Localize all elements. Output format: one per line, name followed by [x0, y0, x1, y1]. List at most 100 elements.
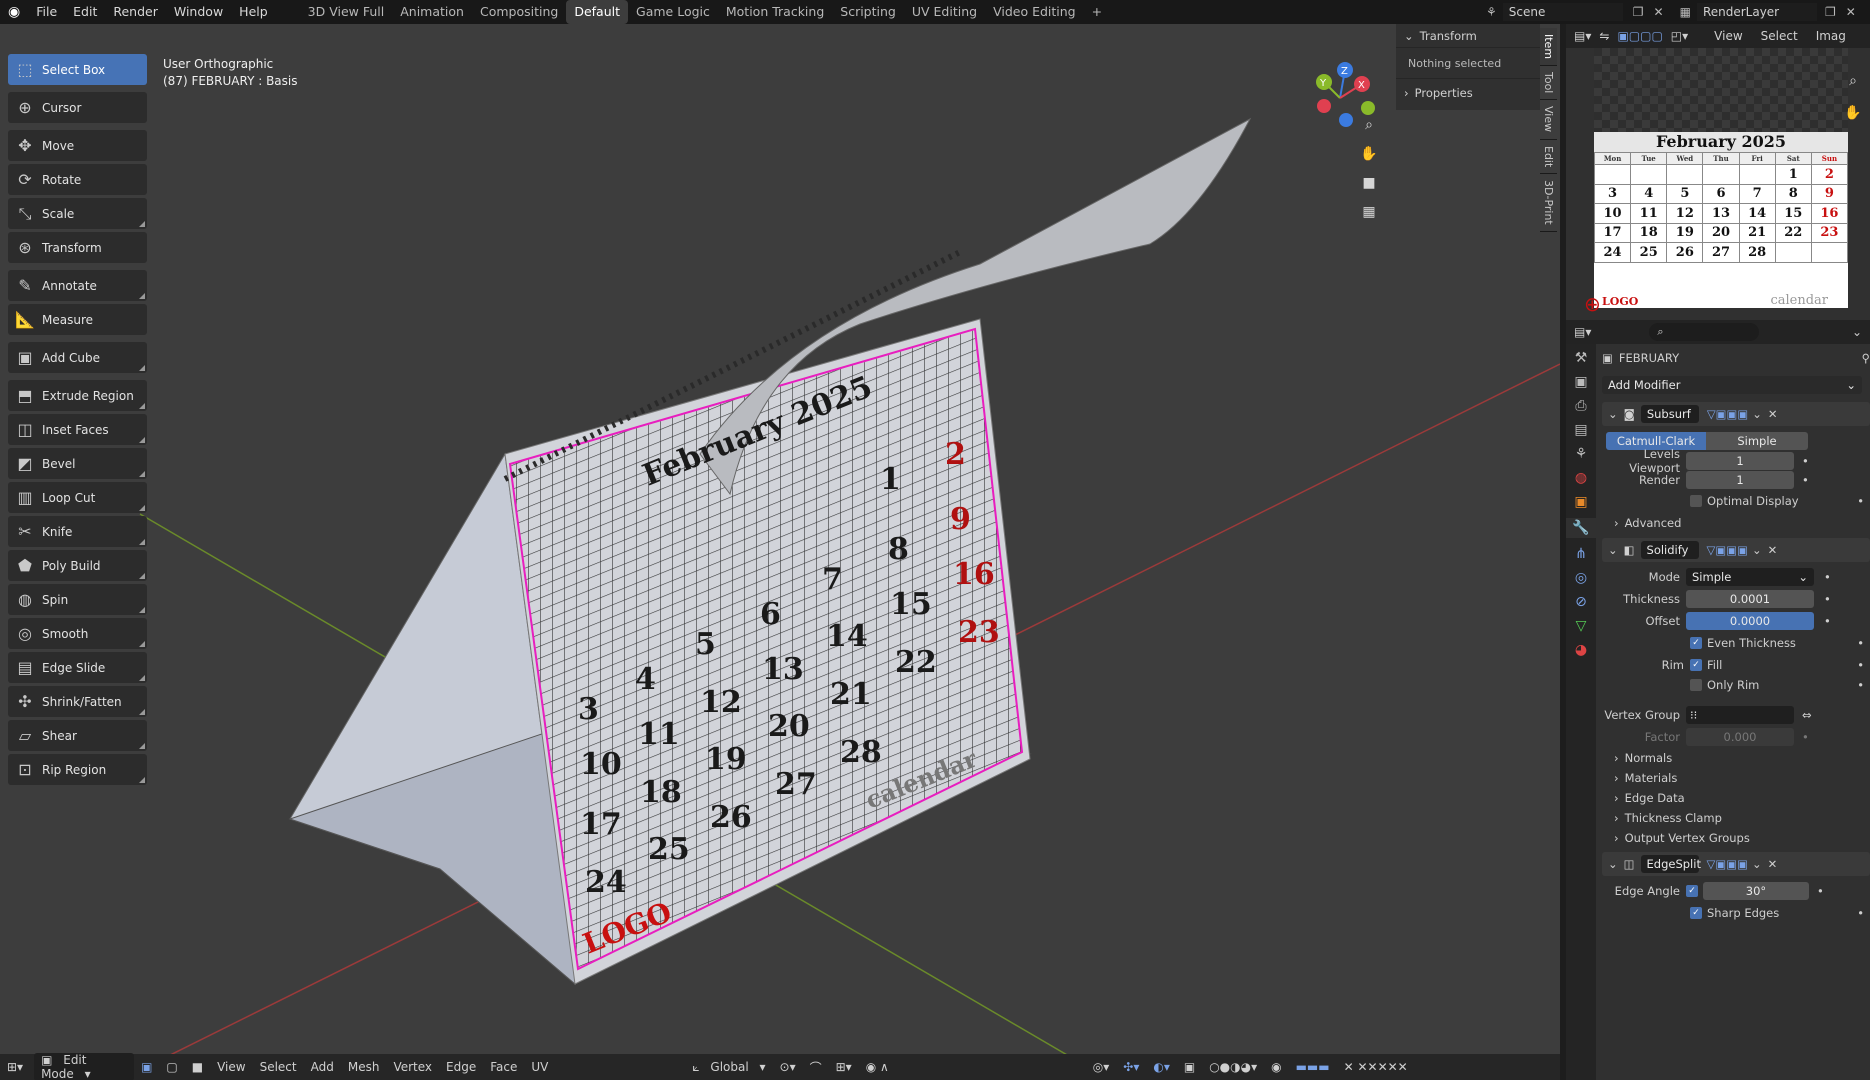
- overlay-icon[interactable]: ◐▾: [1146, 1060, 1177, 1074]
- vertex-group-field[interactable]: ⁝⁝: [1686, 706, 1794, 724]
- ie-menu-view[interactable]: View: [1714, 29, 1742, 43]
- constraints-tab-icon[interactable]: ⊘: [1575, 594, 1587, 610]
- edgesplit-modifier-header[interactable]: ⌄ ◫ EdgeSplit ▽▣▣▣ ⌄ ✕: [1602, 852, 1870, 876]
- scene-tab-icon[interactable]: ⚘: [1575, 446, 1588, 462]
- transform-section[interactable]: ⌄ Transform: [1396, 24, 1540, 48]
- material-tab-icon[interactable]: ◕: [1575, 642, 1587, 658]
- tool-rip-region[interactable]: ⊡ Rip Region: [8, 754, 147, 785]
- properties-section[interactable]: › Properties: [1396, 78, 1540, 106]
- subsurf-name-field[interactable]: Subsurf: [1640, 405, 1699, 423]
- tool-spin[interactable]: ◍ Spin: [8, 584, 147, 615]
- levels-field[interactable]: 1: [1686, 452, 1794, 470]
- factor-field[interactable]: 0.000: [1686, 728, 1794, 746]
- collapse-icon[interactable]: ⌄: [1608, 857, 1618, 871]
- fill-checkbox[interactable]: ✓: [1690, 659, 1702, 671]
- tab-game-logic[interactable]: Game Logic: [628, 0, 718, 24]
- subsurf-modifier-header[interactable]: ⌄ ◙ Subsurf ▽▣▣▣ ⌄ ✕: [1602, 402, 1870, 426]
- particles-tab-icon[interactable]: ⋔: [1575, 546, 1587, 562]
- menu-file[interactable]: File: [28, 0, 65, 24]
- menu-render[interactable]: Render: [105, 0, 166, 24]
- sharp-edges-checkbox[interactable]: ✓: [1690, 907, 1702, 919]
- menu-vertex[interactable]: Vertex: [386, 1060, 439, 1074]
- subpanel-materials[interactable]: › Materials: [1602, 768, 1870, 788]
- tab-edit[interactable]: Edit: [1540, 140, 1557, 174]
- modifier-menu-icon[interactable]: ⌄: [1752, 543, 1762, 557]
- visibility-icon[interactable]: ◎▾: [1086, 1060, 1117, 1074]
- blender-logo-icon[interactable]: ◉: [0, 0, 28, 24]
- subpanel-output-vertex-groups[interactable]: › Output Vertex Groups: [1602, 828, 1870, 848]
- thickness-field[interactable]: 0.0001: [1686, 590, 1814, 608]
- ie-pan-icon[interactable]: ✋: [1840, 100, 1866, 126]
- menu-mesh[interactable]: Mesh: [341, 1060, 387, 1074]
- tool-add-cube[interactable]: ▣ Add Cube: [8, 342, 147, 373]
- tool-shear[interactable]: ▱ Shear: [8, 720, 147, 751]
- mode-dropdown[interactable]: Simple ⌄: [1686, 568, 1814, 586]
- tab-uv-editing[interactable]: UV Editing: [904, 0, 985, 24]
- pin-icon[interactable]: ⚲: [1862, 351, 1870, 365]
- xray-icon[interactable]: ▣: [1177, 1060, 1202, 1074]
- properties-search[interactable]: ⌕: [1649, 323, 1760, 341]
- menu-help[interactable]: Help: [231, 0, 276, 24]
- solidify-name-field[interactable]: Solidify: [1640, 541, 1699, 559]
- tab-default[interactable]: Default: [566, 0, 629, 24]
- tab-item[interactable]: Item: [1540, 28, 1557, 67]
- tab-animation[interactable]: Animation: [392, 0, 472, 24]
- tool-annotate[interactable]: ✎ Annotate: [8, 270, 147, 301]
- edge-angle-field[interactable]: 30°: [1703, 882, 1809, 900]
- tool-poly-build[interactable]: ⬟ Poly Build: [8, 550, 147, 581]
- tab-scripting[interactable]: Scripting: [832, 0, 904, 24]
- menu-window[interactable]: Window: [166, 0, 231, 24]
- tool-tab-icon[interactable]: ⚒: [1575, 350, 1588, 366]
- close-layer-icon[interactable]: ✕: [1846, 5, 1856, 19]
- ie-menu-select[interactable]: Select: [1761, 29, 1798, 43]
- simple-button[interactable]: Simple: [1706, 432, 1808, 450]
- tool-smooth[interactable]: ◎ Smooth: [8, 618, 147, 649]
- tool-transform[interactable]: ⊛ Transform: [8, 232, 147, 263]
- tab-3d-print[interactable]: 3D-Print: [1540, 174, 1557, 232]
- menu-select[interactable]: Select: [253, 1060, 304, 1074]
- uv-sync-icon[interactable]: ⇋: [1599, 29, 1609, 43]
- new-layer-icon[interactable]: ❐: [1825, 5, 1836, 19]
- select-mode-icons[interactable]: ▣▢▢▢: [1617, 29, 1662, 43]
- modifier-toggle-icons[interactable]: ▽▣▣▣: [1707, 543, 1748, 557]
- keyframe-dot[interactable]: •: [1802, 473, 1809, 487]
- face-select-icon[interactable]: ■: [185, 1060, 210, 1074]
- subpanel-edge-data[interactable]: › Edge Data: [1602, 788, 1870, 808]
- modifier-tab-icon[interactable]: 🔧: [1566, 518, 1596, 538]
- solidify-modifier-header[interactable]: ⌄ ◧ Solidify ▽▣▣▣ ⌄ ✕: [1602, 538, 1870, 562]
- keyframe-dot[interactable]: •: [1824, 570, 1831, 584]
- tab-video-editing[interactable]: Video Editing: [985, 0, 1084, 24]
- keyframe-dot[interactable]: •: [1857, 494, 1870, 508]
- collapse-icon[interactable]: ⌄: [1608, 407, 1618, 421]
- scene-name[interactable]: Scene: [1502, 3, 1623, 21]
- edge-angle-checkbox[interactable]: ✓: [1686, 885, 1698, 897]
- tab-motion-tracking[interactable]: Motion Tracking: [718, 0, 832, 24]
- edgesplit-name-field[interactable]: EdgeSplit: [1640, 855, 1701, 873]
- tool-bevel[interactable]: ◩ Bevel: [8, 448, 147, 479]
- tool-edge-slide[interactable]: ▤ Edge Slide: [8, 652, 147, 683]
- menu-view[interactable]: View: [210, 1060, 252, 1074]
- shading-modes-icon[interactable]: ○●◑◕▾: [1202, 1060, 1264, 1074]
- tab-3d-view-full[interactable]: 3D View Full: [300, 0, 393, 24]
- options-chevron-icon[interactable]: ⌄: [1852, 325, 1870, 339]
- pan-hand-icon[interactable]: ✋: [1356, 141, 1382, 167]
- tool-measure[interactable]: 📐 Measure: [8, 304, 147, 335]
- pivot-dropdown-icon[interactable]: ◰▾: [1671, 29, 1688, 43]
- subpanel-normals[interactable]: › Normals: [1602, 748, 1870, 768]
- collapse-icon[interactable]: ⌄: [1608, 543, 1618, 557]
- menu-add[interactable]: Add: [304, 1060, 341, 1074]
- orientation-dropdown[interactable]: ⟀ Global ▾: [685, 1060, 772, 1075]
- eye-icon[interactable]: ◉: [1264, 1060, 1288, 1074]
- add-modifier-button[interactable]: Add Modifier ⌄: [1602, 376, 1862, 394]
- editor-type-icon[interactable]: ▤▾: [1566, 325, 1599, 339]
- 3d-viewport[interactable]: February 2025 1 2 3 4 5 6 7 8 9 10 11 12…: [0, 24, 1560, 1080]
- tool-rotate[interactable]: ⟳ Rotate: [8, 164, 147, 195]
- render-field[interactable]: 1: [1686, 471, 1794, 489]
- view-layer-tab-icon[interactable]: ▤: [1574, 422, 1587, 438]
- keyframe-dot[interactable]: •: [1857, 636, 1870, 650]
- close-x-icons[interactable]: ✕ ✕✕✕✕✕: [1337, 1060, 1415, 1074]
- subpanel-thickness-clamp[interactable]: › Thickness Clamp: [1602, 808, 1870, 828]
- vertex-select-icon[interactable]: ▣: [134, 1060, 159, 1074]
- advanced-subpanel[interactable]: › Advanced: [1602, 512, 1870, 534]
- mode-dropdown[interactable]: ▣ Edit Mode ▾: [34, 1053, 135, 1080]
